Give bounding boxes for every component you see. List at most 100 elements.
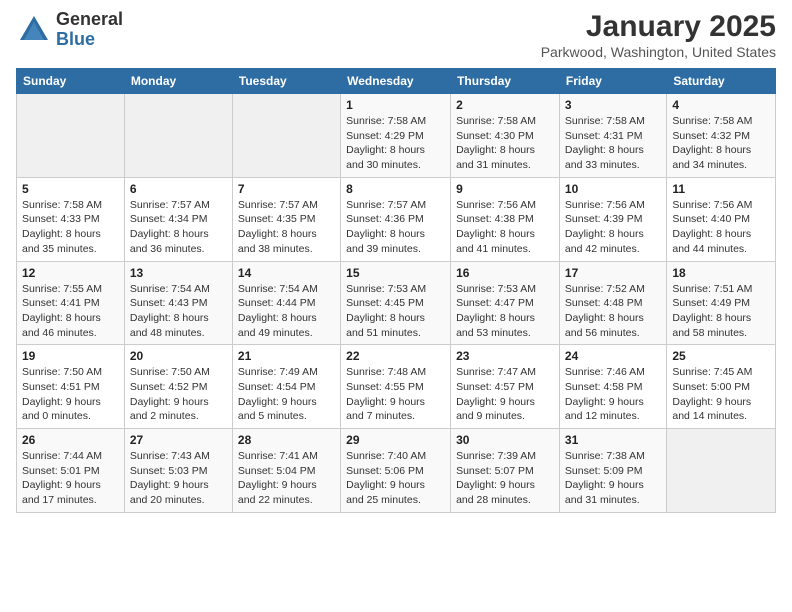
calendar-cell: 12 Sunrise: 7:55 AMSunset: 4:41 PMDayligh… [17,261,125,345]
day-info: Sunrise: 7:47 AMSunset: 4:57 PMDaylight:… [456,365,554,424]
calendar-cell: 9Sunrise: 7:56 AMSunset: 4:38 PMDaylight… [451,177,560,261]
calendar-cell: 15 Sunrise: 7:53 AMSunset: 4:45 PMDayligh… [341,261,451,345]
day-info: Sunrise: 7:48 AMSunset: 4:55 PMDaylight:… [346,365,445,424]
day-number: 29 [346,433,445,447]
day-info: Sunrise: 7:38 AMSunset: 5:09 PMDaylight:… [565,449,661,508]
day-info: Sunrise: 7:39 AMSunset: 5:07 PMDaylight:… [456,449,554,508]
day-number: 20 [130,349,227,363]
day-number: 15 [346,266,445,280]
subtitle: Parkwood, Washington, United States [541,44,776,60]
day-info: Sunrise: 7:55 AMSunset: 4:41 PMDaylight:… [22,282,119,341]
calendar-cell: 16Sunrise: 7:53 AMSunset: 4:47 PMDayligh… [451,261,560,345]
day-number: 7 [238,182,335,196]
calendar-cell: 14 Sunrise: 7:54 AMSunset: 4:44 PMDayligh… [232,261,340,345]
day-info: Sunrise: 7:53 AMSunset: 4:45 PMDaylight:… [346,282,445,341]
day-info: Sunrise: 7:57 AMSunset: 4:36 PMDaylight:… [346,198,445,257]
day-number: 1 [346,98,445,112]
day-number: 26 [22,433,119,447]
calendar-cell: 26 Sunrise: 7:44 AMSunset: 5:01 PMDayligh… [17,429,125,513]
calendar-cell: 23Sunrise: 7:47 AMSunset: 4:57 PMDayligh… [451,345,560,429]
calendar-week-row: 19Sunrise: 7:50 AMSunset: 4:51 PMDayligh… [17,345,776,429]
logo-text: General Blue [56,10,123,50]
calendar-cell: 20 Sunrise: 7:50 AMSunset: 4:52 PMDayligh… [124,345,232,429]
calendar-cell: 13Sunrise: 7:54 AMSunset: 4:43 PMDayligh… [124,261,232,345]
day-number: 10 [565,182,661,196]
calendar-cell: 3 Sunrise: 7:58 AMSunset: 4:31 PMDaylight… [559,94,666,178]
logo: General Blue [16,10,123,50]
calendar-header-wednesday: Wednesday [341,69,451,94]
calendar-cell: 5 Sunrise: 7:58 AMSunset: 4:33 PMDaylight… [17,177,125,261]
calendar-cell [124,94,232,178]
calendar-cell: 31 Sunrise: 7:38 AMSunset: 5:09 PMDayligh… [559,429,666,513]
day-info: Sunrise: 7:58 AMSunset: 4:33 PMDaylight:… [22,198,119,257]
calendar-week-row: 1 Sunrise: 7:58 AMSunset: 4:29 PMDaylight… [17,94,776,178]
calendar-week-row: 26 Sunrise: 7:44 AMSunset: 5:01 PMDayligh… [17,429,776,513]
calendar-cell: 7 Sunrise: 7:57 AMSunset: 4:35 PMDaylight… [232,177,340,261]
calendar-cell: 25 Sunrise: 7:45 AMSunset: 5:00 PMDayligh… [667,345,776,429]
day-number: 14 [238,266,335,280]
calendar-cell: 11 Sunrise: 7:56 AMSunset: 4:40 PMDayligh… [667,177,776,261]
calendar-cell [667,429,776,513]
day-number: 21 [238,349,335,363]
day-info: Sunrise: 7:56 AMSunset: 4:39 PMDaylight:… [565,198,661,257]
day-info: Sunrise: 7:58 AMSunset: 4:29 PMDaylight:… [346,114,445,173]
logo-general-label: General [56,10,123,30]
day-number: 18 [672,266,770,280]
calendar-cell: 19Sunrise: 7:50 AMSunset: 4:51 PMDayligh… [17,345,125,429]
day-info: Sunrise: 7:57 AMSunset: 4:34 PMDaylight:… [130,198,227,257]
header: General Blue January 2025 Parkwood, Wash… [16,10,776,60]
day-info: Sunrise: 7:41 AMSunset: 5:04 PMDaylight:… [238,449,335,508]
day-number: 16 [456,266,554,280]
day-number: 12 [22,266,119,280]
day-info: Sunrise: 7:58 AMSunset: 4:30 PMDaylight:… [456,114,554,173]
title-block: January 2025 Parkwood, Washington, Unite… [541,10,776,60]
calendar-header-friday: Friday [559,69,666,94]
day-number: 2 [456,98,554,112]
calendar-header-tuesday: Tuesday [232,69,340,94]
day-info: Sunrise: 7:56 AMSunset: 4:40 PMDaylight:… [672,198,770,257]
day-info: Sunrise: 7:54 AMSunset: 4:43 PMDaylight:… [130,282,227,341]
day-info: Sunrise: 7:57 AMSunset: 4:35 PMDaylight:… [238,198,335,257]
day-number: 30 [456,433,554,447]
day-number: 24 [565,349,661,363]
calendar-week-row: 5 Sunrise: 7:58 AMSunset: 4:33 PMDaylight… [17,177,776,261]
calendar-cell: 21 Sunrise: 7:49 AMSunset: 4:54 PMDayligh… [232,345,340,429]
calendar-cell [17,94,125,178]
calendar-header-monday: Monday [124,69,232,94]
day-number: 3 [565,98,661,112]
calendar-cell: 24Sunrise: 7:46 AMSunset: 4:58 PMDayligh… [559,345,666,429]
day-info: Sunrise: 7:58 AMSunset: 4:31 PMDaylight:… [565,114,661,173]
day-number: 28 [238,433,335,447]
calendar: SundayMondayTuesdayWednesdayThursdayFrid… [16,68,776,513]
day-info: Sunrise: 7:49 AMSunset: 4:54 PMDaylight:… [238,365,335,424]
calendar-header-row: SundayMondayTuesdayWednesdayThursdayFrid… [17,69,776,94]
calendar-header-sunday: Sunday [17,69,125,94]
calendar-cell: 6Sunrise: 7:57 AMSunset: 4:34 PMDaylight… [124,177,232,261]
calendar-cell: 29 Sunrise: 7:40 AMSunset: 5:06 PMDayligh… [341,429,451,513]
calendar-cell: 4Sunrise: 7:58 AMSunset: 4:32 PMDaylight… [667,94,776,178]
day-info: Sunrise: 7:45 AMSunset: 5:00 PMDaylight:… [672,365,770,424]
day-number: 25 [672,349,770,363]
day-number: 8 [346,182,445,196]
day-info: Sunrise: 7:54 AMSunset: 4:44 PMDaylight:… [238,282,335,341]
calendar-header-saturday: Saturday [667,69,776,94]
calendar-cell: 22Sunrise: 7:48 AMSunset: 4:55 PMDayligh… [341,345,451,429]
day-number: 17 [565,266,661,280]
day-info: Sunrise: 7:52 AMSunset: 4:48 PMDaylight:… [565,282,661,341]
calendar-cell: 10 Sunrise: 7:56 AMSunset: 4:39 PMDayligh… [559,177,666,261]
calendar-cell: 28 Sunrise: 7:41 AMSunset: 5:04 PMDayligh… [232,429,340,513]
calendar-cell: 30 Sunrise: 7:39 AMSunset: 5:07 PMDayligh… [451,429,560,513]
calendar-header-thursday: Thursday [451,69,560,94]
day-info: Sunrise: 7:44 AMSunset: 5:01 PMDaylight:… [22,449,119,508]
main-title: January 2025 [541,10,776,44]
day-info: Sunrise: 7:40 AMSunset: 5:06 PMDaylight:… [346,449,445,508]
calendar-cell: 18 Sunrise: 7:51 AMSunset: 4:49 PMDayligh… [667,261,776,345]
day-number: 11 [672,182,770,196]
day-number: 31 [565,433,661,447]
calendar-week-row: 12 Sunrise: 7:55 AMSunset: 4:41 PMDayligh… [17,261,776,345]
day-info: Sunrise: 7:50 AMSunset: 4:52 PMDaylight:… [130,365,227,424]
day-number: 9 [456,182,554,196]
day-info: Sunrise: 7:51 AMSunset: 4:49 PMDaylight:… [672,282,770,341]
day-number: 5 [22,182,119,196]
page: General Blue January 2025 Parkwood, Wash… [0,0,792,612]
